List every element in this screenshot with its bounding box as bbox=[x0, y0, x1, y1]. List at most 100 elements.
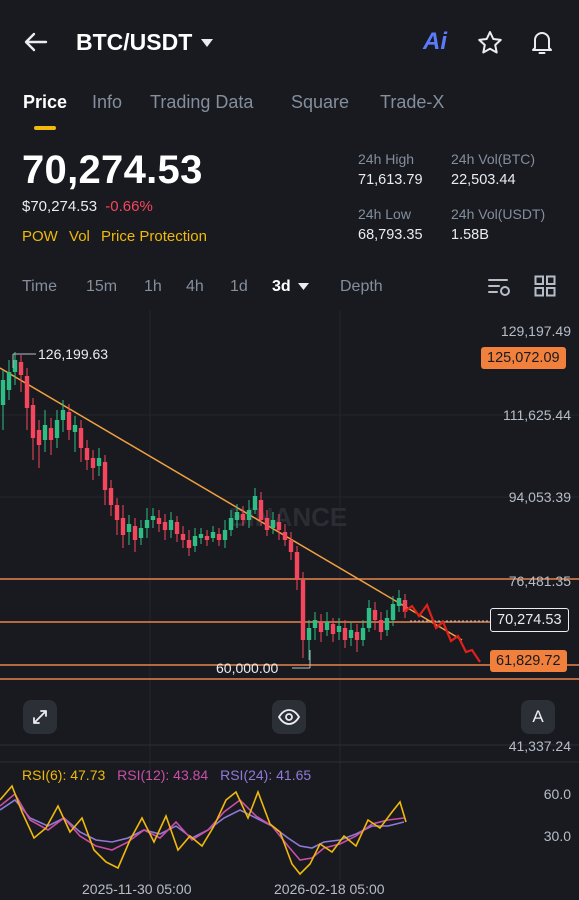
badge-vol[interactable]: Vol bbox=[69, 228, 90, 245]
candle-body bbox=[66, 412, 72, 430]
tf-1d[interactable]: 1d bbox=[230, 278, 248, 296]
tab-trade-x[interactable]: Trade-X bbox=[380, 92, 444, 113]
candle-body bbox=[228, 518, 234, 530]
tf-15m[interactable]: 15m bbox=[86, 278, 117, 296]
candle-body bbox=[204, 536, 210, 540]
candle-body bbox=[354, 632, 360, 640]
candle-body bbox=[126, 524, 132, 532]
caret-down-icon bbox=[297, 283, 309, 290]
candle-body bbox=[168, 520, 174, 530]
candlestick-chart[interactable]: BINANCE 126,199.63 60,000.00 bbox=[0, 310, 579, 900]
candle-body bbox=[252, 496, 258, 510]
candle-body bbox=[6, 372, 12, 390]
rsi-level-60: 60.0 bbox=[543, 786, 571, 802]
auto-scale-button[interactable]: A bbox=[521, 700, 555, 734]
vol-usdt-value: 1.58B bbox=[451, 227, 489, 243]
pair-title: BTC/USDT bbox=[76, 29, 193, 55]
badge-pow[interactable]: POW bbox=[22, 228, 58, 245]
alert-button[interactable] bbox=[528, 28, 556, 61]
candle-body bbox=[42, 425, 48, 440]
candle-body bbox=[102, 462, 108, 490]
candle-body bbox=[150, 516, 156, 520]
candle-body bbox=[396, 598, 402, 606]
eye-icon bbox=[278, 709, 300, 725]
tab-info[interactable]: Info bbox=[92, 92, 122, 113]
low-label: 24h Low bbox=[358, 206, 411, 222]
y-label-4: 76,481.35 bbox=[508, 573, 571, 589]
badges-row: POW Vol Price Protection bbox=[22, 228, 207, 245]
pair-selector[interactable]: BTC/USDT bbox=[76, 29, 214, 56]
candle-body bbox=[300, 580, 306, 640]
rsi12-label: RSI(12): 43.84 bbox=[117, 767, 209, 783]
tab-price[interactable]: Price bbox=[23, 92, 67, 113]
candle-body bbox=[378, 620, 384, 632]
candle-body bbox=[24, 376, 30, 408]
expand-icon bbox=[33, 710, 47, 724]
candle-body bbox=[186, 540, 192, 548]
grid-icon bbox=[534, 275, 556, 297]
low-marker: 60,000.00 bbox=[216, 660, 278, 676]
tf-3d[interactable]: 3d bbox=[272, 278, 309, 296]
candle-body bbox=[30, 405, 36, 438]
candle-body bbox=[372, 610, 378, 620]
favorite-button[interactable] bbox=[476, 29, 504, 62]
tab-square[interactable]: Square bbox=[291, 92, 349, 113]
watermark: BINANCE bbox=[229, 502, 347, 532]
high-label: 24h High bbox=[358, 151, 415, 167]
chart-settings-button[interactable] bbox=[488, 276, 512, 303]
x-label-2: 2026-02-18 05:00 bbox=[274, 881, 385, 897]
tf-depth[interactable]: Depth bbox=[340, 278, 383, 296]
vol-usdt-label: 24h Vol(USDT) bbox=[451, 206, 546, 222]
rsi-level-30: 30.0 bbox=[543, 828, 571, 844]
candle-body bbox=[222, 530, 228, 540]
tf-4h[interactable]: 4h bbox=[186, 278, 204, 296]
candle-body bbox=[342, 628, 348, 640]
fullscreen-button[interactable] bbox=[23, 700, 57, 734]
badge-price-protection[interactable]: Price Protection bbox=[101, 228, 207, 245]
tf-time[interactable]: Time bbox=[22, 278, 57, 296]
candle-body bbox=[234, 512, 240, 520]
low-value: 68,793.35 bbox=[358, 227, 423, 243]
candle-body bbox=[156, 518, 162, 524]
candle-body bbox=[78, 428, 84, 448]
candle-body bbox=[138, 528, 144, 538]
candle-body bbox=[282, 532, 288, 540]
star-icon bbox=[478, 31, 502, 54]
price-tag-current: 70,274.53 bbox=[490, 608, 569, 632]
y-label-2: 111,625.44 bbox=[503, 407, 571, 423]
candle-body bbox=[0, 380, 6, 405]
visibility-button[interactable] bbox=[272, 700, 306, 734]
last-price: 70,274.53 bbox=[22, 148, 203, 192]
candle-body bbox=[18, 362, 24, 375]
candle-body bbox=[216, 534, 222, 540]
tab-trading-data[interactable]: Trading Data bbox=[150, 92, 253, 113]
candle-body bbox=[174, 522, 180, 534]
candle-body bbox=[54, 420, 60, 438]
candle-body bbox=[336, 626, 342, 632]
candle-body bbox=[132, 526, 138, 540]
back-button[interactable] bbox=[22, 28, 50, 56]
candle-body bbox=[390, 604, 396, 620]
candle-body bbox=[324, 622, 330, 630]
candle-body bbox=[240, 514, 246, 520]
rsi12-line bbox=[0, 792, 405, 861]
candle-body bbox=[192, 536, 198, 546]
caret-down-icon bbox=[201, 38, 214, 47]
rsi6-label: RSI(6): 47.73 bbox=[22, 767, 106, 783]
candle-body bbox=[210, 532, 216, 538]
price-tag-bottom: 61,829.72 bbox=[490, 650, 567, 672]
candle-body bbox=[360, 628, 366, 640]
candle-body bbox=[48, 428, 54, 440]
candle-body bbox=[288, 540, 294, 552]
candle-body bbox=[348, 630, 354, 638]
layout-button[interactable] bbox=[534, 275, 556, 302]
candle-body bbox=[258, 500, 264, 520]
candle-body bbox=[264, 518, 270, 530]
tf-1h[interactable]: 1h bbox=[144, 278, 162, 296]
ai-button[interactable]: Ai bbox=[423, 28, 447, 56]
candle-body bbox=[384, 618, 390, 630]
high-value: 71,613.79 bbox=[358, 172, 423, 188]
candle-body bbox=[312, 620, 318, 628]
high-marker: 126,199.63 bbox=[38, 346, 108, 362]
y-label-1: 129,197.49 bbox=[500, 323, 571, 339]
